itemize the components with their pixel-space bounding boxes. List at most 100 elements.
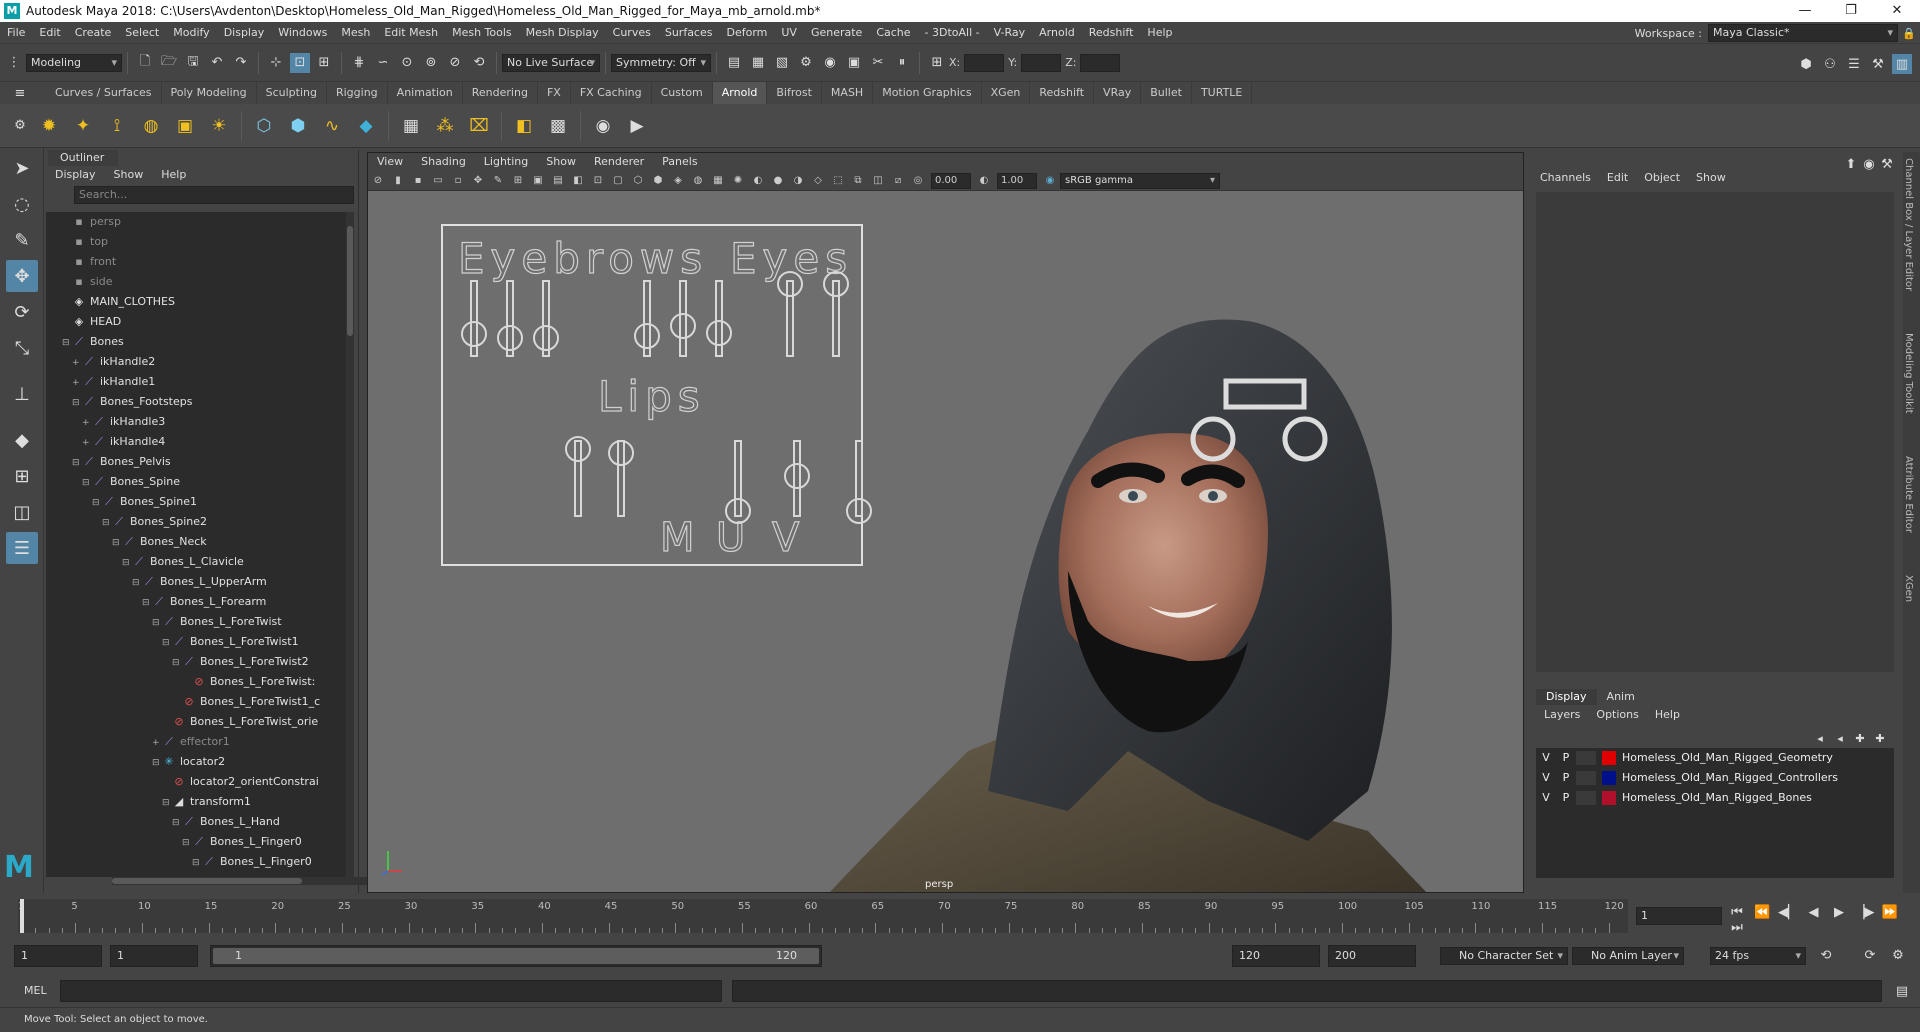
four-view-icon[interactable]: ⊞ [6, 460, 38, 492]
menu-create[interactable]: Create [68, 22, 119, 44]
menu-mesh-tools[interactable]: Mesh Tools [445, 22, 519, 44]
mel-label[interactable]: MEL [24, 984, 47, 997]
physical-sky-icon[interactable]: ☀ [205, 112, 233, 140]
animation-start-field[interactable]: 1 [14, 945, 102, 967]
minimize-button[interactable]: — [1782, 0, 1828, 22]
visibility-toggle[interactable]: V [1536, 788, 1556, 808]
maximize-button[interactable]: ❐ [1828, 0, 1874, 22]
fps-dropdown[interactable]: 24 fps [1710, 947, 1806, 965]
expand-toggle[interactable]: ⊟ [82, 473, 92, 493]
light-portal-icon[interactable]: ▣ [171, 112, 199, 140]
playback-toggle[interactable]: P [1556, 748, 1576, 768]
side-tab-channel-box-layer-editor[interactable]: Channel Box / Layer Editor [1903, 152, 1914, 297]
menu-uv[interactable]: UV [774, 22, 804, 44]
layer-menu-layers[interactable]: Layers [1536, 707, 1588, 723]
layer-tab-display[interactable]: Display [1536, 689, 1597, 705]
isolate-select-icon[interactable]: ⬚ [830, 173, 846, 189]
mesh-light-icon[interactable]: ✦ [69, 112, 97, 140]
undo-icon[interactable]: ↶ [207, 53, 227, 73]
outliner-item[interactable]: ⊟ ⟋ Bones_Neck [46, 532, 346, 552]
redo-icon[interactable]: ↷ [231, 53, 251, 73]
current-time-marker[interactable] [20, 899, 24, 933]
layer-menu-help[interactable]: Help [1647, 707, 1688, 723]
lights-icon[interactable]: ✺ [730, 173, 746, 189]
range-bar[interactable]: 1 120 [210, 945, 822, 967]
menu-display[interactable]: Display [217, 22, 272, 44]
channel-box-menu-edit[interactable]: Edit [1599, 171, 1636, 184]
go-to-end-icon[interactable]: ⏭ [1726, 920, 1748, 935]
character-controls-icon[interactable]: ⚇ [1820, 54, 1840, 74]
channel-box-menu-channels[interactable]: Channels [1532, 171, 1599, 184]
rotate-tool-icon[interactable]: ⟳ [6, 296, 38, 328]
shelf-tab-arnold[interactable]: Arnold [712, 82, 768, 104]
operator-icon[interactable]: ▩ [544, 112, 572, 140]
step-back-key-icon[interactable]: ⏪ [1752, 905, 1774, 920]
ipr-render-icon[interactable]: ▧ [772, 53, 792, 73]
menu-windows[interactable]: Windows [271, 22, 334, 44]
display-type-toggle[interactable] [1576, 751, 1596, 765]
channel-box-arrow-icon[interactable]: ⬆ [1844, 154, 1858, 174]
loop-icon[interactable]: ⟲ [1816, 945, 1836, 965]
workspace-dropdown[interactable]: Maya Classic* [1708, 24, 1898, 42]
layer-color-swatch[interactable] [1602, 751, 1616, 765]
channel-box-area[interactable] [1536, 192, 1894, 672]
outliner-item[interactable]: ⊟ ⟋ Bones_Footsteps [46, 392, 346, 412]
shelf-tab-animation[interactable]: Animation [388, 82, 463, 104]
backface-culling-icon[interactable]: ⧄ [890, 173, 906, 189]
layer-color-swatch[interactable] [1602, 791, 1616, 805]
tx-manager-icon[interactable]: ⁂ [431, 112, 459, 140]
outliner-item[interactable]: ⊟ ✳ locator2 [46, 752, 346, 772]
render-view-icon[interactable]: ▤ [724, 53, 744, 73]
hypershade-icon[interactable]: ◉ [820, 53, 840, 73]
outliner-search[interactable]: Search... [74, 186, 354, 204]
resolution-gate-icon[interactable]: ▤ [550, 173, 566, 189]
gamma-icon[interactable]: ◐ [976, 173, 992, 189]
outliner-item[interactable]: ⊟ ⟋ Bones [46, 332, 346, 352]
expand-toggle[interactable]: + [82, 413, 92, 433]
wireframe-on-shaded-icon[interactable]: ◈ [670, 173, 686, 189]
shelf-settings-icon[interactable]: ⚙ [10, 116, 30, 136]
character-model[interactable] [828, 319, 1428, 893]
outliner-item[interactable]: ⊟ ⟋ Bones_Pelvis [46, 452, 346, 472]
outliner-item[interactable]: ⊟ ⟋ Bones_Spine2 [46, 512, 346, 532]
single-perspective-icon[interactable]: ◆ [6, 424, 38, 456]
script-editor-icon[interactable]: ▤ [1892, 981, 1912, 1001]
menu-select[interactable]: Select [118, 22, 166, 44]
anim-layer-dropdown[interactable]: No Anim Layer [1572, 947, 1684, 965]
move-tool-icon[interactable]: ✥ [6, 260, 38, 292]
shelf-tab-mash[interactable]: MASH [822, 82, 874, 104]
menu-generate[interactable]: Generate [804, 22, 869, 44]
safe-action-icon[interactable]: ▢ [610, 173, 626, 189]
playback-toggle[interactable]: P [1556, 788, 1576, 808]
snap-surface-icon[interactable]: ⊘ [445, 53, 465, 73]
shelf-tab-rendering[interactable]: Rendering [463, 82, 538, 104]
textured-icon[interactable]: ▦ [710, 173, 726, 189]
expand-toggle[interactable]: ⊟ [192, 853, 202, 873]
snap-curve-icon[interactable]: ∽ [373, 53, 393, 73]
viewport-canvas[interactable]: Eyebrows Eyes Lips M U V persp [368, 191, 1523, 893]
menu-edit[interactable]: Edit [32, 22, 67, 44]
outliner-item[interactable]: ▪ side [46, 272, 346, 292]
outliner-item[interactable]: ⊟ ⟋ Bones_L_Finger0 [46, 832, 346, 852]
xray-joints-icon[interactable]: ⧉ [850, 173, 866, 189]
mel-input[interactable] [60, 980, 722, 1002]
display-type-toggle[interactable] [1576, 771, 1596, 785]
grid-icon[interactable]: ⊞ [510, 173, 526, 189]
z-field[interactable] [1080, 53, 1121, 72]
outliner-item[interactable]: ⊟ ⟋ Bones_L_Hand [46, 812, 346, 832]
outliner-item[interactable]: ⊟ ⟋ Bones_L_ForeTwist2 [46, 652, 346, 672]
procedural-icon[interactable]: ◆ [352, 112, 380, 140]
shelf-tab-bullet[interactable]: Bullet [1141, 82, 1192, 104]
attribute-icon[interactable]: ◉ [1862, 154, 1876, 174]
play-backwards-icon[interactable]: ◀ [1803, 905, 1825, 920]
outliner-item[interactable]: ⊘ Bones_L_ForeTwist: [46, 672, 346, 692]
menu-set-dropdown[interactable]: Modeling [26, 53, 122, 72]
expand-toggle[interactable]: ⊟ [152, 613, 162, 633]
select-hierarchy-icon[interactable]: ⊹ [266, 53, 286, 73]
viewport-menu-view[interactable]: View [368, 153, 412, 171]
expand-toggle[interactable]: ⊟ [102, 513, 112, 533]
outliner-item[interactable]: ◈ MAIN_CLOTHES [46, 292, 346, 312]
select-component-icon[interactable]: ⊞ [314, 53, 334, 73]
shelf-menu-icon[interactable]: ≡ [10, 83, 30, 103]
outliner-item[interactable]: ⊟ ⟋ Bones_Spine [46, 472, 346, 492]
